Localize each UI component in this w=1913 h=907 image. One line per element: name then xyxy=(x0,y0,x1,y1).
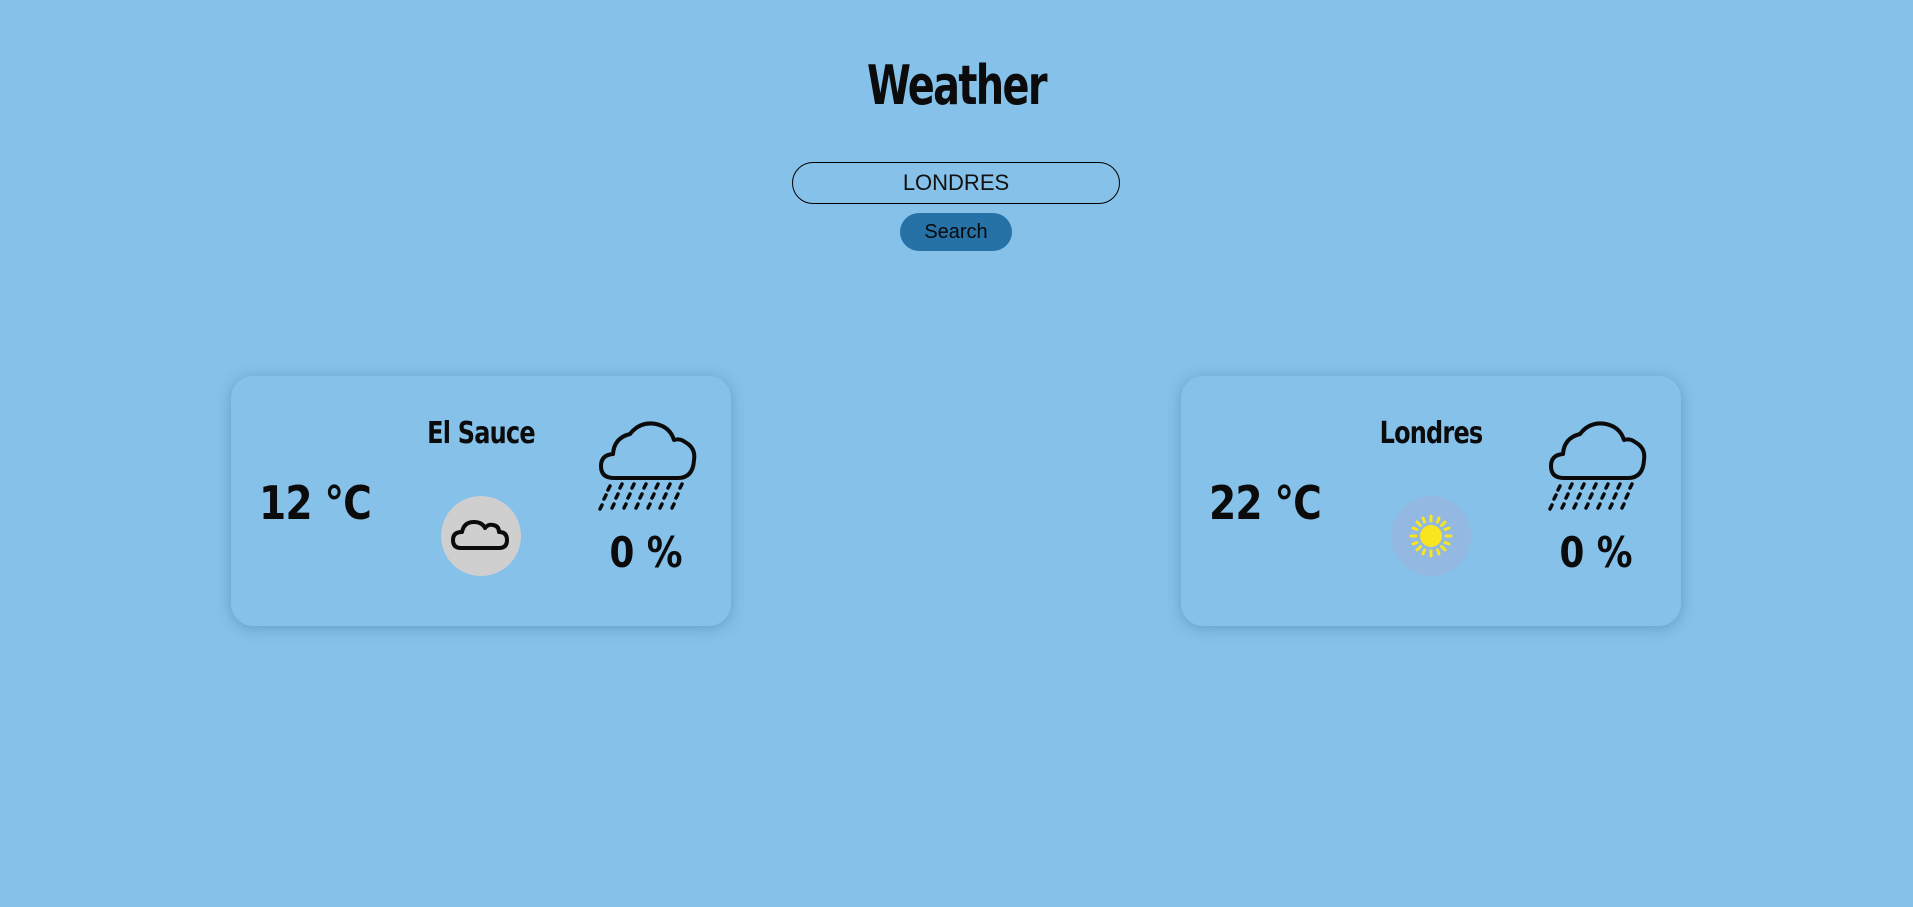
weather-card: 22 °C Londres 0 % xyxy=(1181,376,1681,626)
city-name: Londres xyxy=(1379,416,1484,451)
temperature: 12 °C xyxy=(259,476,372,530)
rain-cloud-icon xyxy=(1546,416,1650,512)
cloud-icon xyxy=(441,496,521,576)
search-button[interactable]: Search xyxy=(900,213,1012,251)
precipitation-value: 0 % xyxy=(1559,528,1633,577)
sun-icon xyxy=(1391,496,1471,576)
weather-card: 12 °C El Sauce 0 % xyxy=(231,376,731,626)
search-input[interactable] xyxy=(792,162,1120,204)
precipitation-value: 0 % xyxy=(609,528,683,577)
rain-cloud-icon xyxy=(596,416,700,512)
temperature: 22 °C xyxy=(1209,476,1322,530)
page-title: Weather xyxy=(867,54,1048,117)
city-name: El Sauce xyxy=(427,416,535,451)
